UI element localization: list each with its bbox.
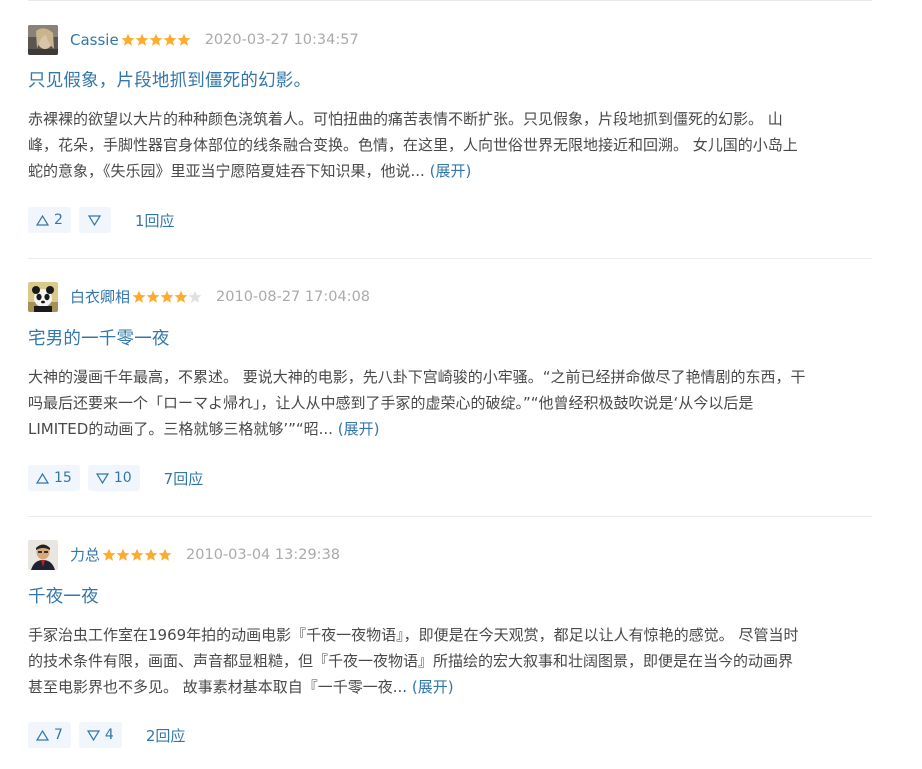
star-icon — [116, 548, 130, 561]
review-divider — [28, 516, 872, 517]
expand-link[interactable]: (展开) — [412, 678, 454, 696]
review-actions: 2 1回应 — [28, 207, 174, 233]
review-time: 2010-03-04 13:29:38 — [186, 547, 341, 563]
useful-button[interactable]: 7 — [28, 722, 71, 748]
review-title[interactable]: 只见假象，片段地抓到僵死的幻影。 — [28, 67, 311, 92]
reply-link[interactable]: 7回应 — [164, 468, 204, 489]
useless-count: 4 — [104, 727, 114, 743]
star-icon — [188, 290, 202, 303]
author-name[interactable]: 力总 — [70, 540, 100, 570]
review-header: 力总 2010-03-04 13:29:38 — [28, 540, 340, 570]
review-body: 手冢治虫工作室在1969年拍的动画电影『千夜一夜物语』，即便是在今天观赏，都足以… — [28, 622, 872, 700]
triangle-down-icon — [86, 729, 100, 741]
review-actions: 15 10 7回应 — [28, 465, 203, 491]
triangle-down-icon — [88, 214, 102, 226]
triangle-up-icon — [36, 214, 49, 226]
star-icon — [158, 548, 172, 561]
review-text-line: 蛇的意象，《失乐园》里亚当宁愿陪夏娃吞下知识果，他说... (展开) — [28, 158, 872, 184]
useless-button[interactable]: 4 — [78, 722, 122, 748]
useful-count: 7 — [54, 727, 63, 743]
review-time: 2010-08-27 17:04:08 — [216, 289, 371, 305]
avatar[interactable] — [28, 25, 58, 55]
review-text-line: 大神的漫画千年最高，不累述。 要说大神的电影，先八卦下宫崎骏的小牢骚。“之前已经… — [28, 368, 806, 386]
star-icon — [160, 290, 174, 303]
expand-link[interactable]: (展开) — [430, 162, 472, 180]
useless-button[interactable]: 10 — [87, 465, 140, 491]
review-text: 蛇的意象，《失乐园》里亚当宁愿陪夏娃吞下知识果，他说... — [28, 162, 425, 180]
star-icon — [146, 290, 160, 303]
star-icon — [130, 548, 144, 561]
triangle-down-icon — [95, 472, 109, 484]
review-text-line: LIMITED的动画了。三格就够三格就够’”“昭... (展开) — [28, 416, 872, 442]
review-body: 大神的漫画千年最高，不累述。 要说大神的电影，先八卦下宫崎骏的小牢骚。“之前已经… — [28, 364, 872, 442]
star-icon — [132, 290, 146, 303]
avatar[interactable] — [28, 282, 58, 312]
review-text: 甚至电影界也不多见。 故事素材基本取自『一千零一夜... — [28, 678, 408, 696]
review-text: LIMITED的动画了。三格就够三格就够’”“昭... — [28, 420, 333, 438]
rating-stars — [121, 33, 191, 47]
reply-link[interactable]: 2回应 — [146, 725, 186, 746]
useful-button[interactable]: 2 — [28, 207, 71, 233]
review-text-line: 的技术条件有限，画面、声音都显粗糙，但『千夜一夜物语』所描绘的宏大叙事和壮阔图景… — [28, 652, 794, 670]
star-icon — [144, 548, 158, 561]
rating-stars — [102, 548, 172, 562]
reply-link[interactable]: 1回应 — [135, 210, 175, 231]
star-icon — [149, 33, 163, 46]
star-icon — [102, 548, 116, 561]
useful-count: 15 — [54, 470, 72, 486]
useless-button[interactable] — [78, 207, 111, 233]
useful-button[interactable]: 15 — [28, 465, 80, 491]
star-icon — [177, 33, 191, 46]
expand-link[interactable]: (展开) — [338, 420, 380, 438]
triangle-up-icon — [36, 729, 49, 741]
author-name[interactable]: 白衣卿相 — [70, 282, 130, 312]
star-icon — [174, 290, 188, 303]
star-icon — [163, 33, 177, 46]
review-text-line: 赤裸裸的欲望以大片的种种颜色浇筑着人。可怕扭曲的痛苦表情不断扩张。只见假象，片段… — [28, 110, 783, 128]
review-time: 2020-03-27 10:34:57 — [204, 32, 359, 48]
review-text-line: 吗最后还要来一个「ローマよ帰れ」，让人从中感到了手冢的虚荣心的破绽。”“他曾经积… — [28, 394, 754, 412]
review-text-line: 手冢治虫工作室在1969年拍的动画电影『千夜一夜物语』，即便是在今天观赏，都足以… — [28, 626, 799, 644]
avatar[interactable] — [28, 540, 58, 570]
rating-stars — [132, 290, 202, 304]
review-actions: 7 4 2回应 — [28, 722, 185, 748]
useless-count: 10 — [113, 470, 132, 486]
top-divider — [28, 0, 872, 1]
review-divider — [28, 258, 872, 259]
review-title[interactable]: 宅男的一千零一夜 — [28, 325, 170, 350]
review-text-line: 甚至电影界也不多见。 故事素材基本取自『一千零一夜... (展开) — [28, 674, 872, 700]
author-name[interactable]: Cassie — [70, 25, 119, 55]
review-header: Cassie 2020-03-27 10:34:57 — [28, 25, 359, 55]
star-icon — [135, 33, 149, 46]
useful-count: 2 — [54, 212, 63, 228]
triangle-up-icon — [36, 472, 49, 484]
review-body: 赤裸裸的欲望以大片的种种颜色浇筑着人。可怕扭曲的痛苦表情不断扩张。只见假象，片段… — [28, 106, 872, 184]
review-header: 白衣卿相 2010-08-27 17:04:08 — [28, 282, 370, 312]
review-text-line: 峰，花朵，手脚性器官身体部位的线条融合变换。色情，在这里，人向世俗世界无限地接近… — [28, 136, 798, 154]
star-icon — [121, 33, 135, 46]
review-title[interactable]: 千夜一夜 — [28, 583, 99, 608]
